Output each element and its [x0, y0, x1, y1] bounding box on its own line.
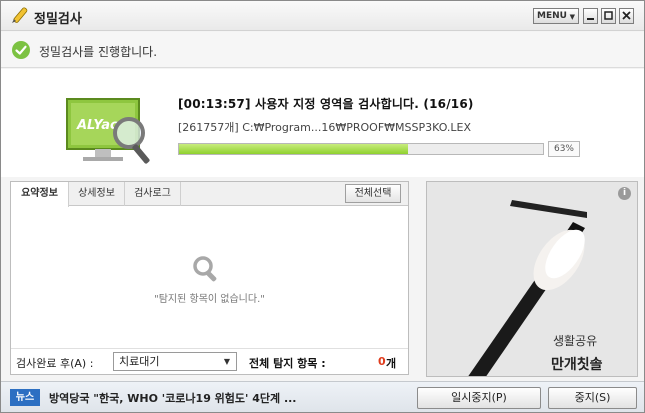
results-panel: 요약정보 상세정보 검사로그 전체선택 "탐지된 항목이 없습니다." 검사완료…	[10, 181, 409, 375]
search-icon	[193, 256, 217, 282]
ad-product-name: 만개칫솔	[551, 357, 603, 373]
scan-window: 정밀검사 MENU ▼ 정밀검사를 진행합니다. ALYac [00:13:57…	[0, 0, 645, 413]
chevron-down-icon: ▼	[569, 13, 575, 21]
select-all-button[interactable]: 전체선택	[345, 184, 401, 203]
status-text: 정밀검사를 진행합니다.	[39, 45, 158, 59]
toothbrush-ad-image	[427, 182, 637, 376]
title-bar: 정밀검사 MENU ▼	[1, 1, 644, 31]
monitor-text: ALYac	[76, 118, 118, 133]
empty-results-message: "탐지된 항목이 없습니다."	[154, 294, 265, 305]
stop-button[interactable]: 중지(S)	[548, 387, 637, 409]
tab-details[interactable]: 상세정보	[69, 182, 125, 206]
chevron-down-icon: ▼	[223, 357, 231, 366]
ad-info-icon[interactable]: i	[618, 187, 631, 200]
scan-current-path: [261757개] C:₩Program...16₩PROOF₩MSSP3KO.…	[178, 121, 472, 134]
bottom-bar: 뉴스 방역당국 "한국, WHO '코로나19 위험도' 4단계 ... 일시중…	[1, 381, 644, 412]
status-strip: 정밀검사를 진행합니다.	[1, 32, 644, 68]
total-detected-count: 0	[378, 355, 386, 368]
ad-tagline: 생활공유	[553, 334, 598, 348]
pause-button[interactable]: 일시중지(P)	[417, 387, 541, 409]
ad-banner[interactable]: i 생활공유 만개칫솔	[426, 181, 638, 377]
pen-app-icon	[12, 7, 28, 23]
scan-progress-area: ALYac [00:13:57] 사용자 지정 영역을 검사합니다. (16/1…	[1, 69, 644, 177]
scan-progress-bar	[178, 143, 544, 155]
total-detected-unit: 개	[386, 357, 397, 370]
close-button[interactable]	[619, 8, 634, 24]
after-scan-label: 검사완료 후(A) :	[16, 357, 94, 370]
check-circle-icon	[12, 41, 30, 59]
total-detected-label: 전체 탐지 항목 :	[249, 357, 326, 370]
menu-label: MENU	[537, 11, 567, 21]
monitor-magnifier-icon: ALYac	[66, 98, 150, 164]
maximize-icon	[604, 11, 613, 20]
panel-footer: 검사완료 후(A) : 치료대기 ▼ 전체 탐지 항목 : 0 개	[11, 348, 408, 374]
scan-headline: [00:13:57] 사용자 지정 영역을 검사합니다. (16/16)	[178, 97, 474, 111]
news-badge: 뉴스	[10, 389, 40, 406]
menu-button[interactable]: MENU ▼	[533, 8, 579, 24]
after-scan-value: 치료대기	[119, 355, 160, 368]
maximize-button[interactable]	[601, 8, 616, 24]
progress-percent: 63%	[548, 141, 580, 157]
tab-scan-log[interactable]: 검사로그	[125, 182, 181, 206]
tab-summary[interactable]: 요약정보	[11, 182, 69, 207]
news-headline-link[interactable]: 방역당국 "한국, WHO '코로나19 위험도' 4단계 ...	[49, 390, 404, 406]
tab-bar: 요약정보 상세정보 검사로그 전체선택	[11, 182, 408, 207]
after-scan-select[interactable]: 치료대기 ▼	[113, 352, 237, 371]
progress-fill	[179, 144, 409, 154]
minimize-button[interactable]	[583, 8, 598, 24]
close-icon	[622, 11, 631, 20]
minimize-icon	[587, 18, 594, 20]
window-title: 정밀검사	[34, 12, 82, 27]
